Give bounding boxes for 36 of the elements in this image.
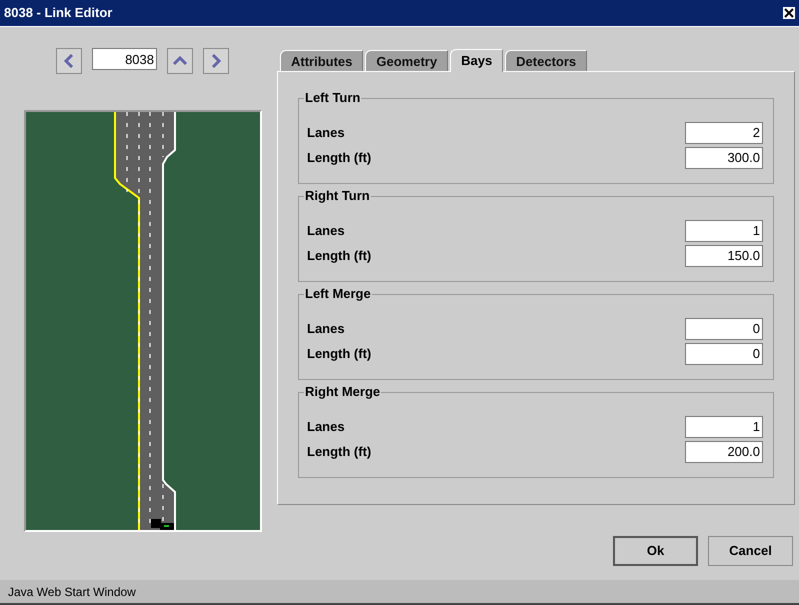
field-label: Lanes: [307, 320, 345, 338]
link-id-field[interactable]: 8038: [92, 48, 157, 70]
chevron-right-icon: [211, 54, 221, 68]
previous-button[interactable]: [56, 48, 82, 74]
tab[interactable]: Detectors: [505, 50, 588, 72]
tab[interactable]: Geometry: [365, 50, 448, 72]
next-button[interactable]: [203, 48, 229, 74]
dialog-button[interactable]: Cancel: [708, 536, 793, 566]
chevron-left-icon: [64, 54, 74, 68]
input-field[interactable]: 1: [685, 220, 763, 242]
field-label: Length (ft): [307, 246, 372, 265]
input-field[interactable]: 200.0: [685, 440, 763, 462]
window-title: 8038 - Link Editor: [4, 4, 112, 22]
group-title: Right Turn: [304, 188, 371, 204]
chevron-up-icon: [173, 56, 187, 66]
field-label: Length (ft): [307, 442, 372, 461]
close-icon: [784, 8, 794, 18]
field-label: Lanes: [307, 222, 345, 240]
input-field[interactable]: 150.0: [685, 244, 763, 266]
group-title: Left Merge: [304, 286, 372, 302]
input-field[interactable]: 0: [685, 342, 763, 364]
input-field[interactable]: 2: [685, 122, 763, 144]
status-bar: Java Web Start Window: [0, 580, 799, 605]
group-title: Right Merge: [304, 384, 382, 400]
field-label: Lanes: [307, 124, 345, 142]
tab[interactable]: Attributes: [280, 50, 364, 72]
input-field[interactable]: 0: [685, 318, 763, 340]
close-button[interactable]: [783, 7, 795, 19]
field-label: Length (ft): [307, 148, 372, 167]
input-field[interactable]: 1: [685, 416, 763, 438]
input-field[interactable]: 300.0: [685, 146, 763, 168]
field-label: Length (ft): [307, 344, 372, 363]
tab[interactable]: Bays: [450, 49, 504, 72]
dialog-button[interactable]: Ok: [613, 536, 698, 566]
field-label: Lanes: [307, 418, 345, 436]
up-button[interactable]: [167, 48, 193, 74]
